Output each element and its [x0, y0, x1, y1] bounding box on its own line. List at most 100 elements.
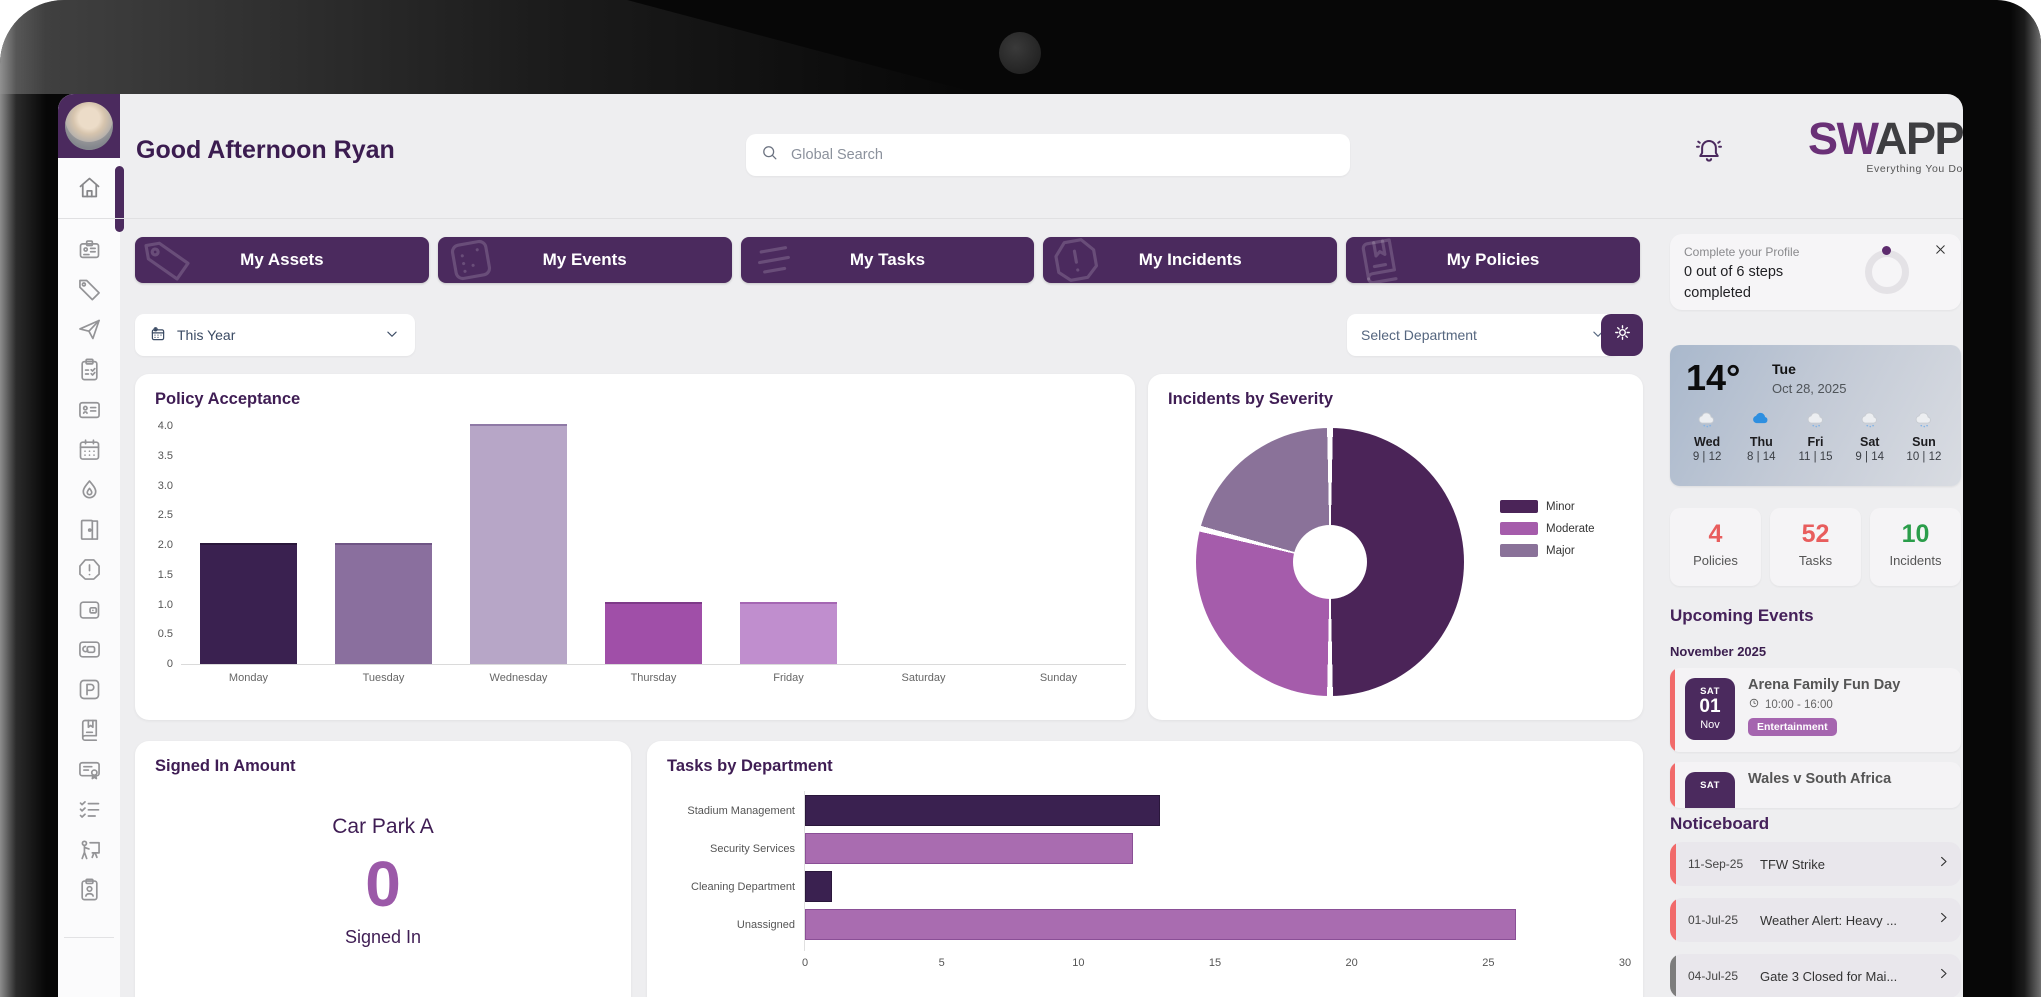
- tab-my-tasks[interactable]: My Tasks: [741, 237, 1035, 283]
- notice-item-3[interactable]: 04-Jul-25Gate 3 Closed for Mai...: [1670, 954, 1961, 997]
- weather-widget: 14° Tue Oct 28, 2025 Wed9 | 12Thu8 | 14F…: [1670, 345, 1961, 486]
- sidebar-item-media[interactable]: [58, 632, 120, 672]
- sidebar-item-events[interactable]: [58, 432, 120, 472]
- task-row-unassigned: Unassigned: [659, 909, 1625, 940]
- policy-acceptance-card: Policy Acceptance 00.51.01.52.02.53.03.5…: [135, 374, 1135, 720]
- bar-slot-tuesday: [316, 426, 451, 664]
- sidebar-item-wallet[interactable]: [58, 592, 120, 632]
- notice-title: TFW Strike: [1760, 857, 1926, 872]
- forecast-range: 10 | 12: [1897, 451, 1951, 463]
- y-tick-label: 3.0: [139, 480, 173, 492]
- sidebar-item-assets[interactable]: [58, 272, 120, 312]
- sidebar-item-tools[interactable]: [58, 944, 120, 984]
- signed-in-title: Signed In Amount: [155, 757, 296, 776]
- period-filter-dropdown[interactable]: This Year: [135, 314, 415, 356]
- y-tick-label: 1.5: [139, 569, 173, 581]
- legend-item-major: Major: [1500, 544, 1595, 557]
- bar-track: [805, 871, 1625, 902]
- sidebar-item-contacts[interactable]: [58, 392, 120, 432]
- sidebar-item-utilities[interactable]: [58, 472, 120, 512]
- global-search[interactable]: [746, 134, 1350, 176]
- home-icon: [76, 174, 103, 206]
- event-card-1[interactable]: SAT01NovArena Family Fun Day10:00 - 16:0…: [1670, 668, 1961, 752]
- department-filter-dropdown[interactable]: Select Department: [1347, 314, 1621, 356]
- sidebar-item-home[interactable]: [58, 168, 120, 212]
- tab-my-policies[interactable]: My Policies: [1346, 237, 1640, 283]
- user-avatar[interactable]: [65, 102, 113, 150]
- notice-item-2[interactable]: 01-Jul-25Weather Alert: Heavy ...: [1670, 898, 1961, 942]
- policy-acceptance-title: Policy Acceptance: [155, 390, 300, 409]
- search-input[interactable]: [789, 146, 1336, 164]
- gear-icon: [1612, 322, 1633, 348]
- stat-label: Tasks: [1770, 553, 1861, 568]
- notice-item-1[interactable]: 11-Sep-25TFW Strike: [1670, 842, 1961, 886]
- stat-card-incidents[interactable]: 10Incidents: [1870, 508, 1961, 586]
- sidebar-item-tasks[interactable]: [58, 352, 120, 392]
- forecast-range: 11 | 15: [1788, 451, 1842, 463]
- forecast-fri: Fri11 | 15: [1788, 409, 1842, 463]
- bar-friday: [740, 602, 837, 664]
- legend-item-minor: Minor: [1500, 500, 1595, 513]
- bar-track: [805, 795, 1625, 826]
- bar-tuesday: [335, 543, 432, 664]
- active-item-indicator: [115, 166, 124, 232]
- y-tick-label: 2.0: [139, 539, 173, 551]
- category-label: Security Services: [659, 843, 805, 855]
- y-tick-label: 0: [139, 658, 173, 670]
- close-icon[interactable]: [1933, 242, 1951, 260]
- sidebar-item-policies[interactable]: [58, 712, 120, 752]
- bar-thursday: [605, 602, 702, 664]
- forecast-range: 8 | 14: [1734, 451, 1788, 463]
- events-month-label: November 2025: [1670, 644, 1766, 659]
- bar-slot-sunday: [991, 426, 1126, 664]
- x-tick-label: Monday: [181, 672, 316, 684]
- bar-slot-saturday: [856, 426, 991, 664]
- event-date-badge: SAT01Nov: [1685, 678, 1735, 740]
- sidebar-item-certificates[interactable]: [58, 752, 120, 792]
- legend-swatch: [1500, 522, 1538, 535]
- sidebar-item-training[interactable]: [58, 832, 120, 872]
- tags-icon: [137, 237, 200, 283]
- stat-value: 4: [1670, 520, 1761, 549]
- legend-label: Major: [1546, 545, 1575, 557]
- legend-swatch: [1500, 544, 1538, 557]
- chevron-right-icon: [1926, 910, 1961, 930]
- dashboard-settings-button[interactable]: [1601, 314, 1643, 356]
- sidebar-item-incidents[interactable]: [58, 552, 120, 592]
- tab-my-assets[interactable]: My Assets: [135, 237, 429, 283]
- sidebar: [58, 94, 120, 997]
- stat-value: 10: [1870, 520, 1961, 549]
- bar: [805, 833, 1133, 864]
- sidebar-item-messages[interactable]: [58, 312, 120, 352]
- notice-date: 11-Sep-25: [1688, 857, 1760, 871]
- tab-my-incidents[interactable]: My Incidents: [1043, 237, 1337, 283]
- event-time: 10:00 - 16:00: [1748, 697, 1953, 712]
- tab-my-events[interactable]: My Events: [438, 237, 732, 283]
- avatar-tile[interactable]: [58, 94, 120, 158]
- notifications-bell-icon[interactable]: [1694, 136, 1726, 168]
- profile-progress-ring: [1865, 250, 1909, 294]
- sidebar-item-checklists[interactable]: [58, 792, 120, 832]
- stat-card-tasks[interactable]: 52Tasks: [1770, 508, 1861, 586]
- notice-accent: [1670, 954, 1676, 997]
- sidebar-item-parking[interactable]: [58, 672, 120, 712]
- bar-slot-thursday: [586, 426, 721, 664]
- images-icon: [76, 636, 103, 668]
- sidebar-item-access[interactable]: [58, 512, 120, 552]
- legend-swatch: [1500, 500, 1538, 513]
- quick-nav-tabs: My AssetsMy EventsMy TasksMy IncidentsMy…: [135, 237, 1640, 283]
- x-tick-label: 25: [1482, 957, 1494, 969]
- event-day: 01: [1685, 697, 1735, 718]
- stat-card-policies[interactable]: 4Policies: [1670, 508, 1761, 586]
- event-card-2[interactable]: SATWales v South Africa: [1670, 762, 1961, 808]
- sidebar-item-personnel[interactable]: [58, 872, 120, 912]
- chevron-down-icon: [383, 325, 401, 346]
- forecast-range: 9 | 14: [1843, 451, 1897, 463]
- sidebar-item-people[interactable]: [58, 232, 120, 272]
- weather-temperature: 14°: [1686, 357, 1740, 399]
- incidents-severity-title: Incidents by Severity: [1168, 390, 1333, 409]
- calendar-clock-icon: [149, 325, 167, 346]
- certificate-icon: [76, 756, 103, 788]
- id-badge-icon: [76, 236, 103, 268]
- book-bookmark-icon: [1348, 237, 1411, 283]
